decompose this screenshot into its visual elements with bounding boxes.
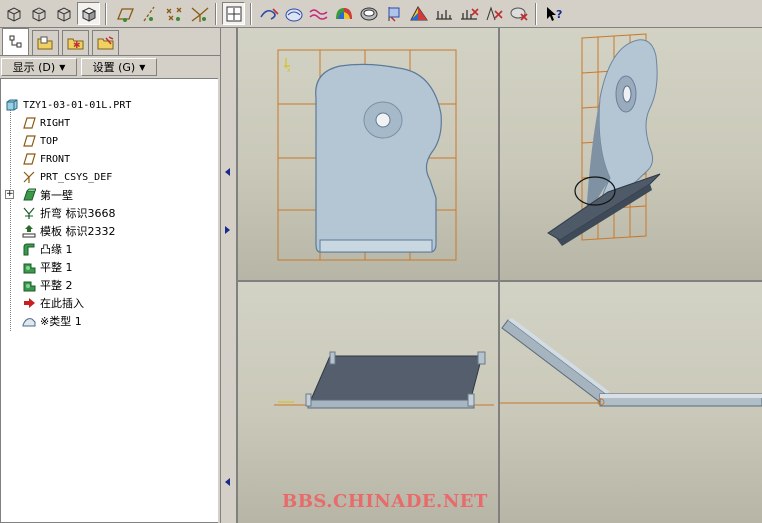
toolbar-separator <box>250 2 252 25</box>
render-tool-icon[interactable] <box>332 2 355 25</box>
measure-tool-icon-1[interactable] <box>432 2 455 25</box>
csys-icon <box>21 169 37 185</box>
analysis-tool-icon[interactable] <box>482 2 505 25</box>
tree-item-part[interactable]: TZY1-03-01-01L.PRT <box>4 96 131 114</box>
model-tree-tab-icon[interactable] <box>2 28 29 55</box>
tree-item-right[interactable]: RIGHT <box>21 114 70 132</box>
tree-expand-toggle[interactable]: + <box>5 190 14 199</box>
tree-item-label: ※类型 1 <box>40 315 82 328</box>
insert-here-arrow-icon <box>21 295 37 311</box>
datum-plane-icon <box>21 151 37 167</box>
chevron-down-icon: ▼ <box>59 62 66 72</box>
svg-text:x: x <box>287 67 291 74</box>
tree-item-label: 模板 标识2332 <box>40 225 116 238</box>
chevron-down-icon: ▼ <box>139 62 146 72</box>
tree-item-label: PRT_CSYS_DEF <box>40 171 113 183</box>
watermark-text: BBS.CHINADE.NET <box>282 491 488 512</box>
settings-menu-label: 设置 (G) <box>92 61 136 74</box>
tree-item-label: 第一壁 <box>40 189 73 202</box>
datum-axis-display-icon[interactable] <box>137 2 160 25</box>
curve-tool-icon[interactable] <box>307 2 330 25</box>
tree-item-template[interactable]: 模板 标识2332 <box>21 222 116 240</box>
flange-icon <box>21 241 37 257</box>
tree-item-csys[interactable]: PRT_CSYS_DEF <box>21 168 112 186</box>
tree-item-label: TOP <box>40 135 59 147</box>
viewport-top[interactable] <box>238 282 498 523</box>
tree-item-bend[interactable]: 折弯 标识3668 <box>21 204 116 222</box>
collapse-left-arrow-icon[interactable] <box>225 168 230 176</box>
type-feature-icon <box>21 313 37 329</box>
datum-plane-icon <box>21 133 37 149</box>
tree-item-flat-2[interactable]: 平整 2 <box>21 276 73 294</box>
first-wall-icon <box>21 187 37 203</box>
isometric-wireframe-icon[interactable] <box>2 2 25 25</box>
tree-item-label: FRONT <box>40 153 71 165</box>
tree-item-front[interactable]: FRONT <box>21 150 70 168</box>
tree-item-label: 平整 2 <box>40 279 73 292</box>
measure-tool-icon-2[interactable] <box>457 2 480 25</box>
navigator-tabs: ✱ <box>0 28 220 56</box>
tree-item-label: TZY1-03-01-01L.PRT <box>23 99 132 111</box>
navigator-panel: ✱ 显示 (D) ▼ 设置 (G) ▼ TZY1-03-01-01L.PRT R… <box>0 28 220 523</box>
hidden-line-icon[interactable] <box>27 2 50 25</box>
sketch-tool-icon-2[interactable] <box>282 2 305 25</box>
datum-point-display-icon[interactable] <box>162 2 185 25</box>
isometric-view-model <box>547 33 661 246</box>
toolbar-separator <box>535 2 537 25</box>
delete-tool-icon[interactable] <box>507 2 530 25</box>
flat-wall-icon <box>21 259 37 275</box>
tree-item-top[interactable]: TOP <box>21 132 58 150</box>
main-toolbar: ? <box>0 0 762 28</box>
datum-plane-display-icon[interactable] <box>112 2 135 25</box>
bend-icon <box>21 205 37 221</box>
datum-plane-icon <box>21 115 37 131</box>
tree-item-type[interactable]: ※类型 1 <box>21 312 82 330</box>
show-menu-label: 显示 (D) <box>12 61 56 74</box>
viewport-isometric[interactable] <box>500 28 762 280</box>
template-icon <box>21 223 37 239</box>
expand-right-arrow-icon[interactable] <box>225 226 230 234</box>
tree-item-label: RIGHT <box>40 117 71 129</box>
viewport-side[interactable] <box>500 282 762 523</box>
graphics-area[interactable]: x <box>236 28 762 523</box>
shading-icon[interactable] <box>77 2 100 25</box>
model-tree: TZY1-03-01-01L.PRT RIGHT TOP FRONT PRT_C… <box>0 78 218 523</box>
svg-text:?: ? <box>556 8 562 21</box>
collapse-left-arrow-icon[interactable] <box>225 478 230 486</box>
side-view-model <box>500 318 762 407</box>
svg-text:✱: ✱ <box>73 41 81 51</box>
tree-item-label: 在此插入 <box>40 297 84 310</box>
top-view-model <box>274 351 494 409</box>
sketch-tool-icon-1[interactable] <box>257 2 280 25</box>
tree-item-flange[interactable]: 凸缘 1 <box>21 240 73 258</box>
flag-tool-icon[interactable] <box>382 2 405 25</box>
connections-tab-icon[interactable] <box>92 30 119 55</box>
settings-menu-button[interactable]: 设置 (G) ▼ <box>81 58 157 76</box>
color-tool-icon[interactable] <box>407 2 430 25</box>
shell-tool-icon[interactable] <box>357 2 380 25</box>
tree-guide-line <box>10 105 11 331</box>
tree-item-label: 凸缘 1 <box>40 243 73 256</box>
favorites-tab-icon[interactable]: ✱ <box>62 30 89 55</box>
panel-splitter[interactable] <box>220 28 236 523</box>
tree-item-insert-here[interactable]: 在此插入 <box>21 294 84 312</box>
folder-browser-tab-icon[interactable] <box>32 30 59 55</box>
view-layout-icon[interactable] <box>222 2 245 25</box>
tree-item-label: 平整 1 <box>40 261 73 274</box>
toolbar-separator <box>105 2 107 25</box>
whats-this-help-icon[interactable]: ? <box>542 2 565 25</box>
tree-item-first-wall[interactable]: 第一壁 <box>21 186 73 204</box>
flat-wall-icon <box>21 277 37 293</box>
coordinate-system-display-icon[interactable] <box>187 2 210 25</box>
no-hidden-icon[interactable] <box>52 2 75 25</box>
tree-item-label: 折弯 标识3668 <box>40 207 116 220</box>
show-menu-button[interactable]: 显示 (D) ▼ <box>1 58 77 76</box>
navigator-menu-row: 显示 (D) ▼ 设置 (G) ▼ <box>0 56 220 78</box>
front-view-model: x <box>277 49 457 261</box>
part-icon <box>4 97 20 113</box>
viewport-front[interactable]: x <box>238 28 498 280</box>
tree-item-flat-1[interactable]: 平整 1 <box>21 258 73 276</box>
toolbar-separator <box>215 2 217 25</box>
